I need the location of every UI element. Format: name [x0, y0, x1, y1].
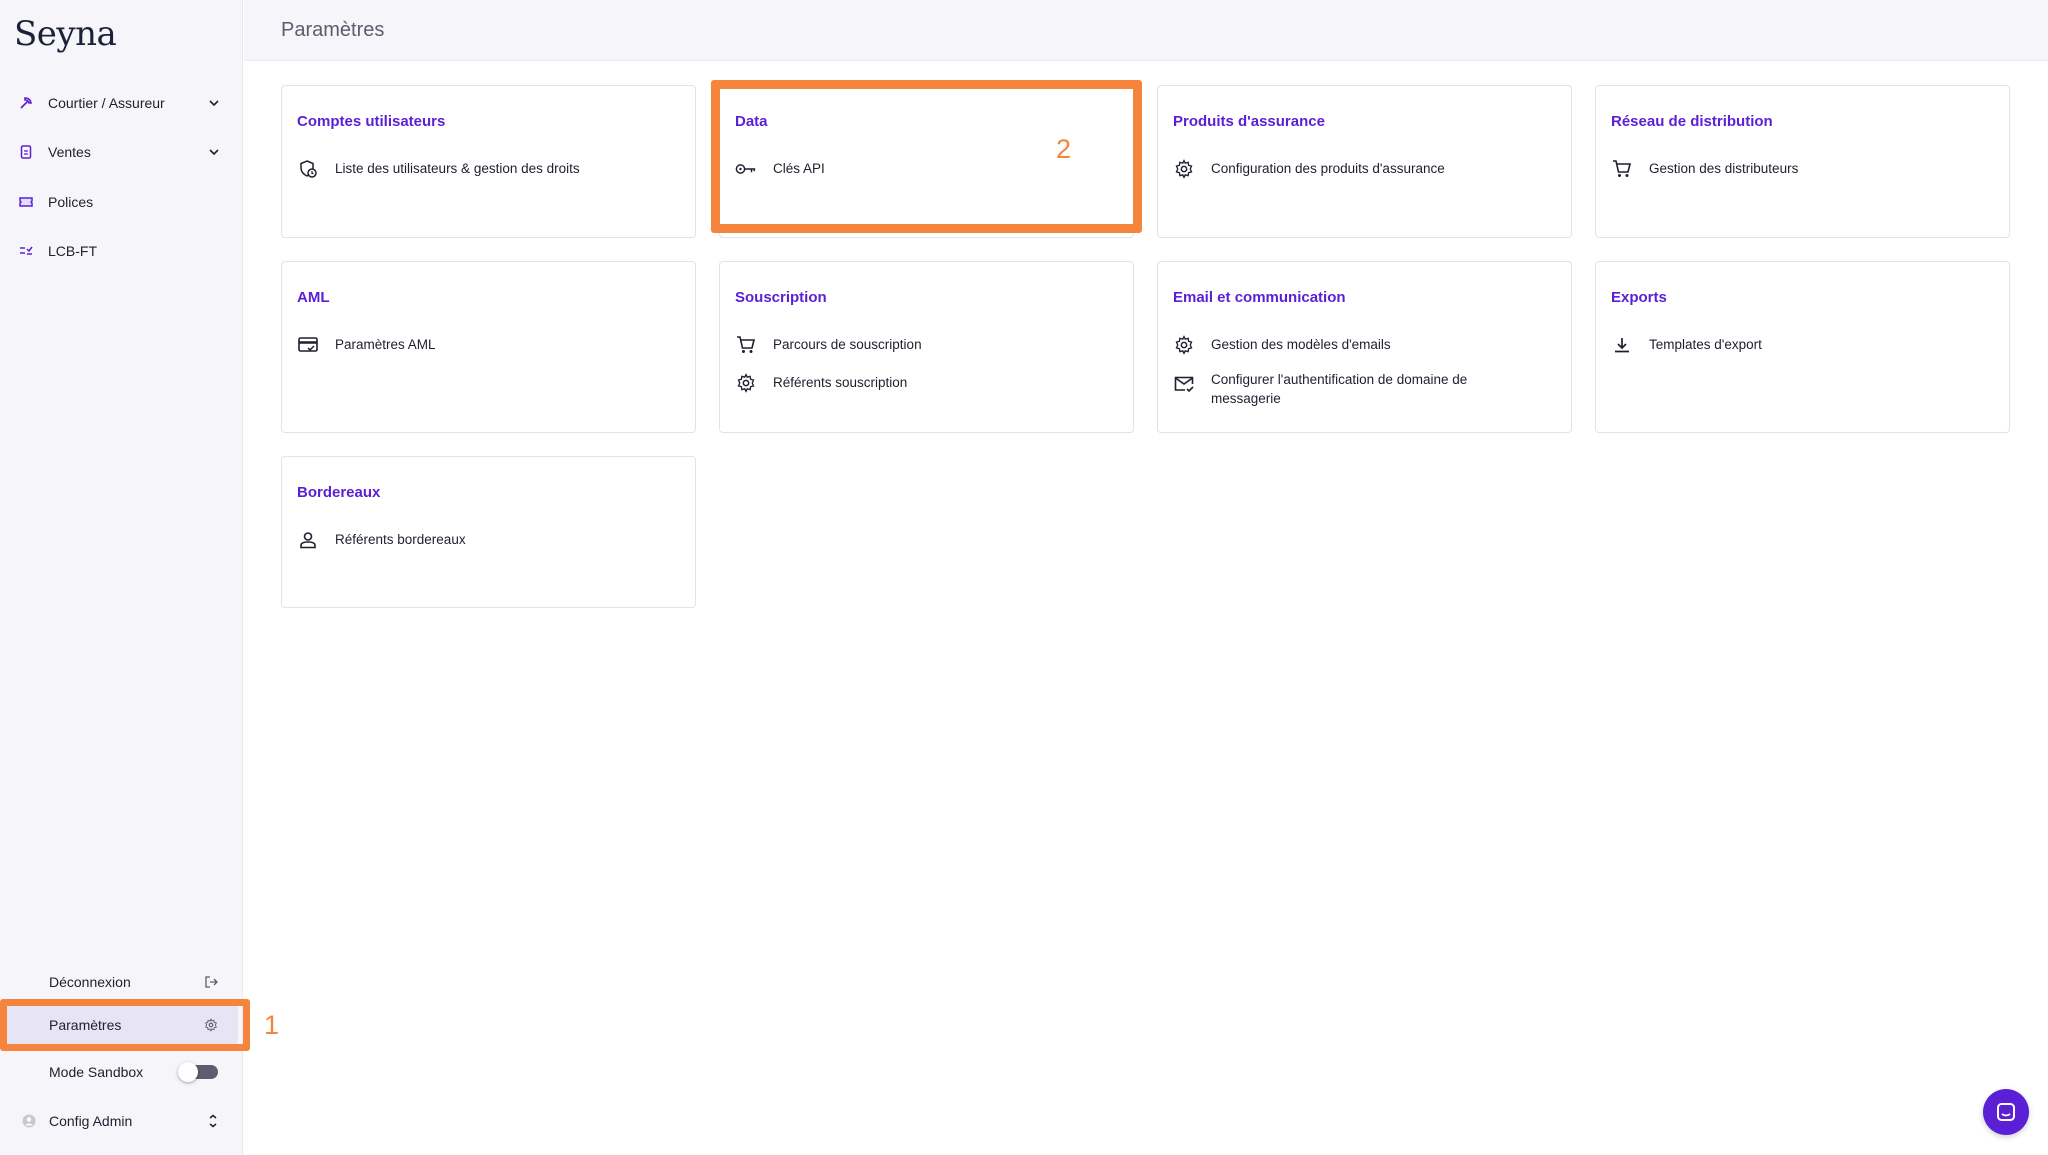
account-label: Config Admin	[49, 1113, 133, 1129]
card-souscription: Souscription Parcours de souscription Ré…	[719, 261, 1134, 433]
brand-logo: Seyna	[14, 14, 117, 54]
chat-icon	[1995, 1101, 2017, 1123]
card-comptes-utilisateurs: Comptes utilisateurs Liste des utilisate…	[281, 85, 696, 238]
annotation-number-2: 2	[1056, 134, 1072, 164]
sidebar-item-label: Courtier / Assureur	[48, 95, 165, 111]
card-title: Comptes utilisateurs	[297, 113, 446, 130]
link-referents-souscription[interactable]: Référents souscription	[735, 373, 1113, 394]
card-title: Produits d'assurance	[1173, 113, 1325, 130]
row-label: Configurer l'authentification de domaine…	[1211, 372, 1468, 406]
key-icon	[735, 158, 757, 180]
checklist-icon	[14, 245, 48, 257]
card-title: Bordereaux	[297, 484, 381, 501]
mail-check-icon	[1173, 373, 1195, 395]
chat-support-button[interactable]	[1983, 1089, 2029, 1135]
page-title: Paramètres	[281, 18, 385, 41]
sandbox-label: Mode Sandbox	[49, 1064, 144, 1080]
gear-icon	[735, 372, 757, 394]
card-bordereaux: Bordereaux Référents bordereaux	[281, 456, 696, 608]
sidebar: Seyna Courtier / Assureur Ventes Polices…	[0, 0, 243, 1155]
row-label: Templates d'export	[1649, 337, 1762, 352]
page-header: Paramètres	[244, 0, 2048, 61]
chevron-down-icon[interactable]	[204, 99, 224, 107]
logout-icon	[204, 975, 218, 989]
row-label: Liste des utilisateurs & gestion des dro…	[335, 161, 580, 176]
link-templates-export[interactable]: Templates d'export	[1611, 335, 1989, 356]
card-title: Réseau de distribution	[1611, 113, 1773, 130]
card-title: Data	[735, 113, 768, 130]
link-liste-utilisateurs[interactable]: Liste des utilisateurs & gestion des dro…	[297, 159, 675, 180]
gear-icon	[204, 1018, 218, 1032]
chevron-down-icon[interactable]	[204, 148, 224, 156]
row-label: Gestion des modèles d'emails	[1211, 337, 1391, 352]
annotation-number-1: 1	[264, 1010, 280, 1040]
gear-icon	[1173, 334, 1195, 356]
sidebar-item-courtier-assureur[interactable]: Courtier / Assureur	[14, 86, 224, 120]
cart-icon	[735, 334, 757, 356]
sandbox-mode-row: Mode Sandbox	[6, 1053, 238, 1091]
logout-button[interactable]: Déconnexion	[6, 963, 238, 1001]
row-label: Référents souscription	[773, 375, 908, 390]
sidebar-item-label: LCB-FT	[48, 243, 97, 259]
row-label: Clés API	[773, 161, 825, 176]
link-parcours-souscription[interactable]: Parcours de souscription	[735, 335, 1113, 356]
sidebar-item-label: Polices	[48, 194, 94, 210]
card-title: Souscription	[735, 289, 827, 306]
link-authentification-domaine[interactable]: Configurer l'authentification de domaine…	[1173, 370, 1551, 408]
row-label: Paramètres AML	[335, 337, 436, 352]
link-gestion-distributeurs[interactable]: Gestion des distributeurs	[1611, 159, 1989, 180]
card-email-communication: Email et communication Gestion des modèl…	[1157, 261, 1572, 433]
cart-icon	[1611, 158, 1633, 180]
link-parametres-aml[interactable]: Paramètres AML	[297, 335, 675, 356]
sidebar-item-lcb-ft[interactable]: LCB-FT	[14, 234, 224, 268]
link-configuration-produits[interactable]: Configuration des produits d'assurance	[1173, 159, 1551, 180]
parametres-label: Paramètres	[49, 1017, 122, 1033]
card-title: Email et communication	[1173, 289, 1346, 306]
sidebar-item-polices[interactable]: Polices	[14, 185, 224, 219]
sandbox-toggle[interactable]	[178, 1062, 218, 1082]
link-referents-bordereaux[interactable]: Référents bordereaux	[297, 530, 675, 551]
card-title: Exports	[1611, 289, 1667, 306]
card-title: AML	[297, 289, 330, 306]
user-icon	[297, 529, 319, 551]
card-data: Data Clés API	[719, 85, 1134, 238]
card-check-icon	[297, 334, 319, 356]
logout-label: Déconnexion	[49, 974, 131, 990]
row-label: Gestion des distributeurs	[1649, 161, 1799, 176]
user-circle-icon	[22, 1114, 36, 1128]
sidebar-item-ventes[interactable]: Ventes	[14, 135, 224, 169]
row-label: Configuration des produits d'assurance	[1211, 161, 1445, 176]
download-icon	[1611, 334, 1633, 356]
card-exports: Exports Templates d'export	[1595, 261, 2010, 433]
row-label: Parcours de souscription	[773, 337, 922, 352]
card-reseau-distribution: Réseau de distribution Gestion des distr…	[1595, 85, 2010, 238]
user-shield-icon	[297, 158, 319, 180]
sidebar-item-parametres[interactable]: Paramètres	[6, 1006, 238, 1044]
row-label: Référents bordereaux	[335, 532, 466, 547]
chevron-updown-icon	[208, 1114, 218, 1128]
gear-icon	[1173, 158, 1195, 180]
account-menu[interactable]: Config Admin	[6, 1102, 238, 1140]
document-icon	[14, 145, 48, 159]
ticket-icon	[14, 196, 48, 208]
pickaxe-icon	[14, 96, 48, 110]
link-modeles-emails[interactable]: Gestion des modèles d'emails	[1173, 335, 1551, 356]
card-produits-assurance: Produits d'assurance Configuration des p…	[1157, 85, 1572, 238]
card-aml: AML Paramètres AML	[281, 261, 696, 433]
sidebar-item-label: Ventes	[48, 144, 91, 160]
